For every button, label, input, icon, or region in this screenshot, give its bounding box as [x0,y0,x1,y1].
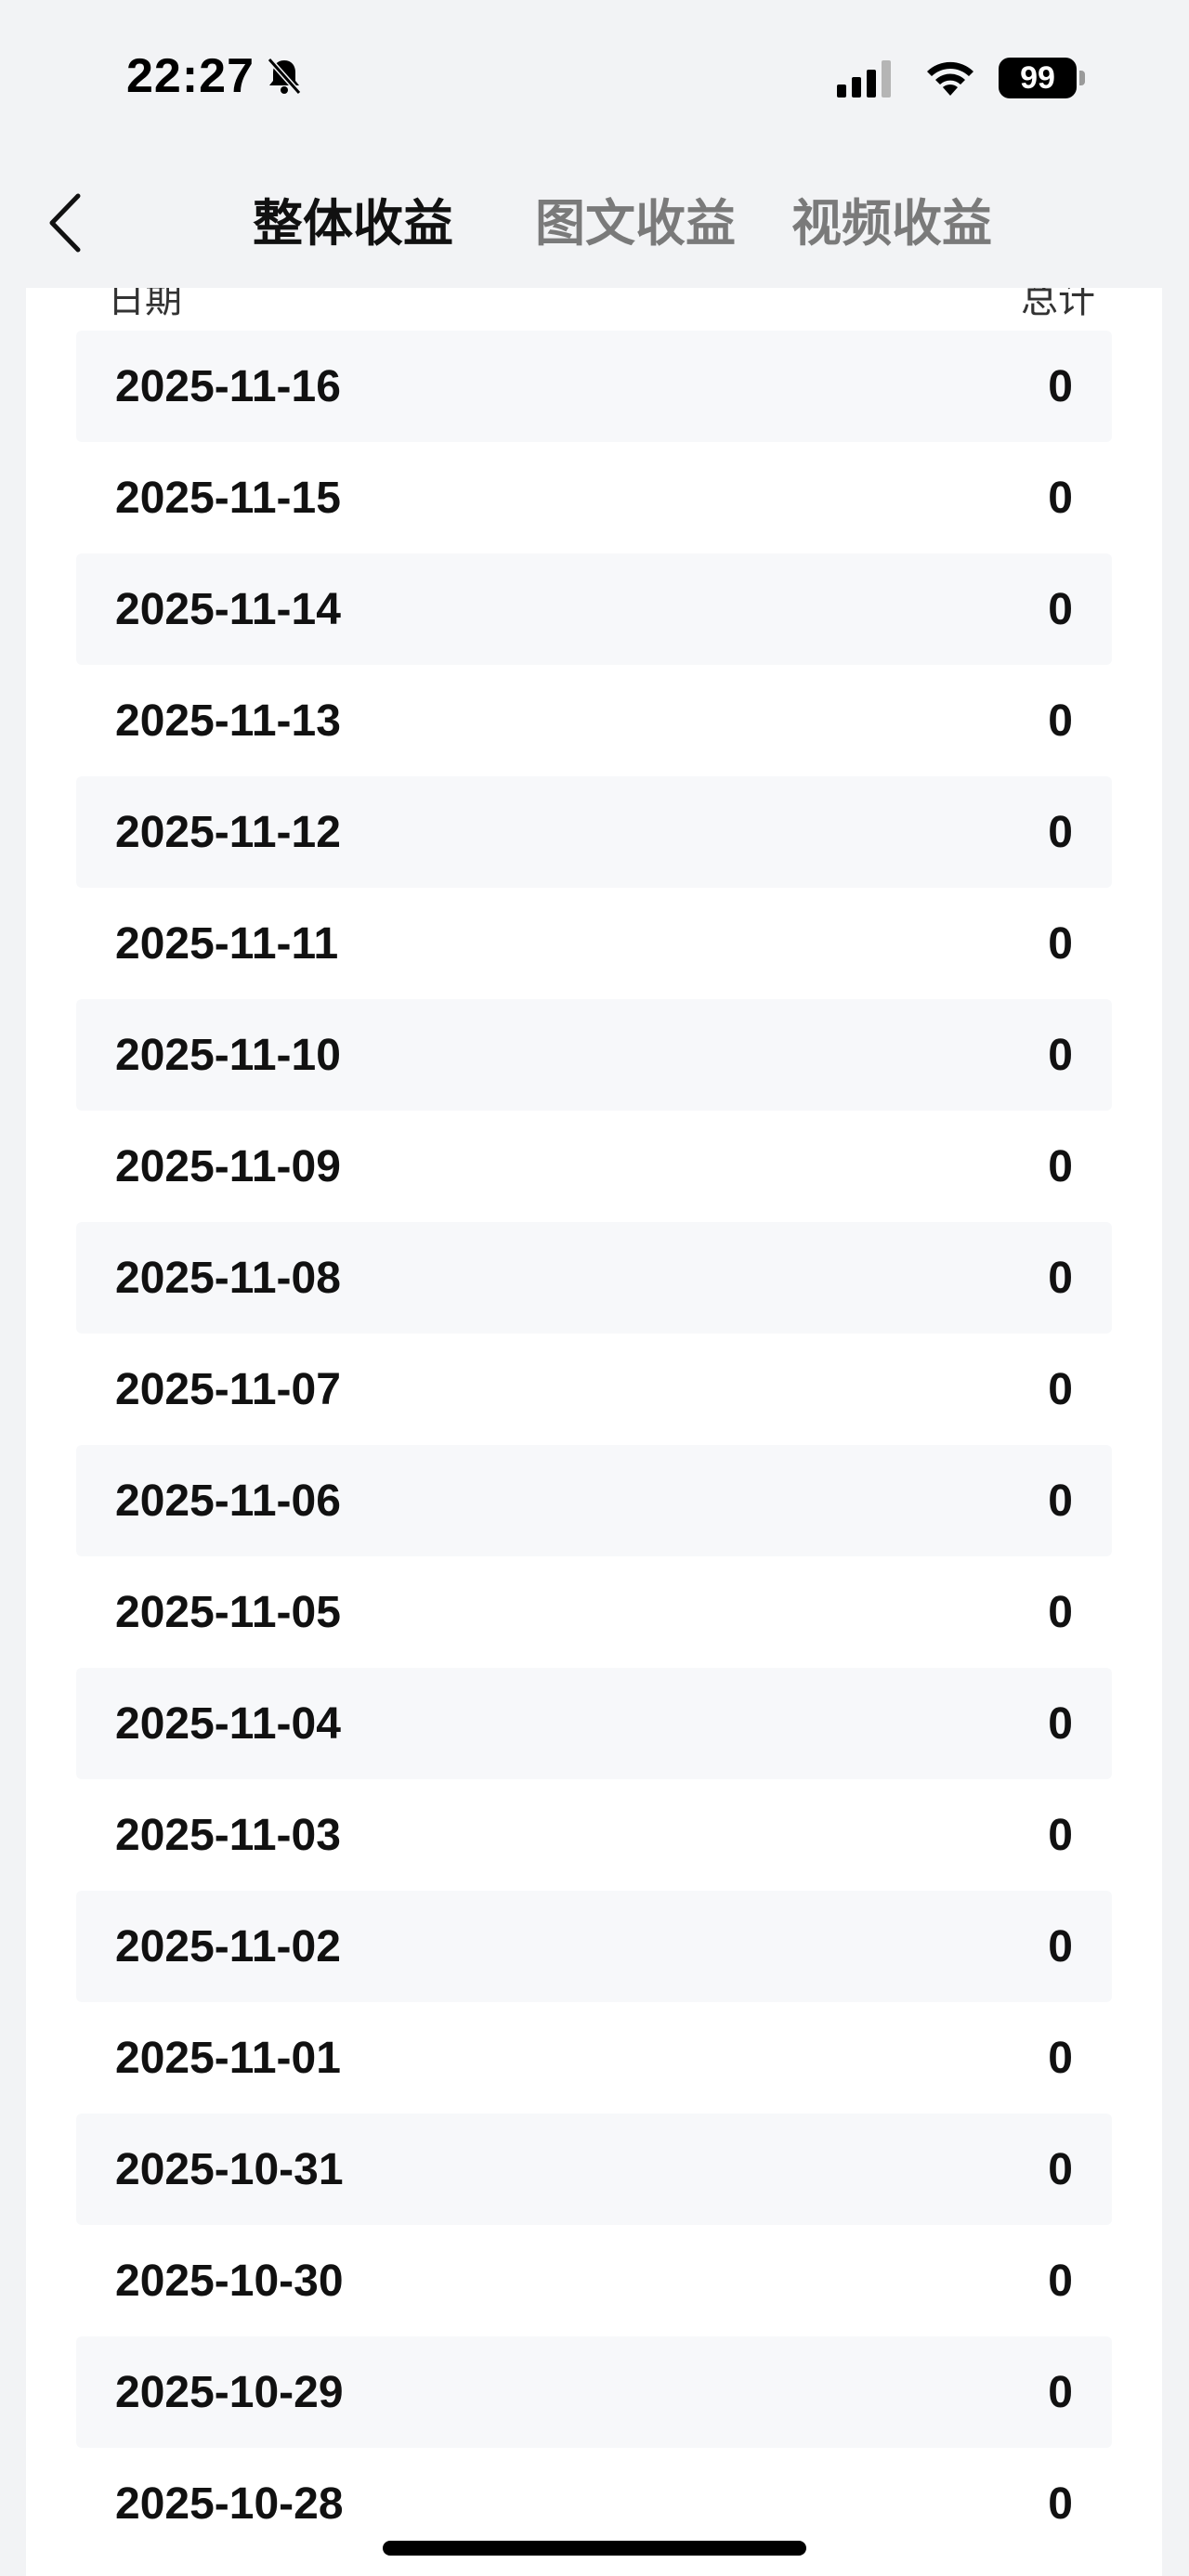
tab-overall-earnings[interactable]: 整体收益 [253,193,453,254]
table-row: 2025-11-09 0 [76,1111,1112,1222]
back-button[interactable] [37,186,93,260]
table-row: 2025-11-04 0 [76,1668,1112,1779]
row-date: 2025-10-28 [115,2478,344,2529]
row-total-value: 0 [1048,361,1073,411]
row-total-value: 0 [1048,696,1073,746]
column-header-total: 总计 [1021,288,1095,320]
row-total-value: 0 [1048,2144,1073,2194]
cellular-signal-icon [837,59,896,98]
status-time-group: 22:27 [126,48,305,104]
row-date: 2025-11-08 [115,1253,341,1303]
table-row: 2025-11-11 0 [76,888,1112,999]
chevron-left-icon [49,193,81,253]
row-total-value: 0 [1048,473,1073,523]
column-header-date: 日期 [108,288,182,320]
table-row: 2025-11-02 0 [76,1891,1112,2002]
status-bar: 22:27 99 [0,0,1189,139]
battery-icon: 99 [999,58,1085,98]
row-date: 2025-11-14 [115,584,341,634]
row-date: 2025-10-29 [115,2367,344,2417]
table-row: 2025-10-31 0 [76,2114,1112,2225]
row-total-value: 0 [1048,1364,1073,1414]
row-total-value: 0 [1048,1476,1073,1526]
row-date: 2025-11-16 [115,361,341,411]
nav-bar: 整体收益 图文收益 视频收益 [0,167,1189,288]
table-row: 2025-11-16 0 [76,331,1112,442]
row-total-value: 0 [1048,2033,1073,2083]
earnings-table-card: 日期 总计 2025-11-16 0 2025-11-15 0 2025-11-14 0 2… [26,288,1162,2576]
table-row: 2025-11-12 0 [76,776,1112,888]
row-date: 2025-11-03 [115,1810,341,1860]
status-indicators: 99 [837,58,1085,98]
wifi-icon [927,61,973,96]
row-date: 2025-10-30 [115,2256,344,2306]
row-total-value: 0 [1048,1587,1073,1637]
tab-article-earnings[interactable]: 图文收益 [535,193,736,254]
table-row: 2025-11-07 0 [76,1334,1112,1445]
row-date: 2025-11-11 [115,918,339,969]
table-row: 2025-11-15 0 [76,442,1112,553]
table-row: 2025-11-03 0 [76,1779,1112,1891]
row-date: 2025-11-10 [115,1030,341,1080]
row-date: 2025-11-09 [115,1141,341,1191]
row-total-value: 0 [1048,918,1073,969]
row-total-value: 0 [1048,1030,1073,1080]
row-date: 2025-11-15 [115,473,341,523]
row-total-value: 0 [1048,2367,1073,2417]
table-row: 2025-11-08 0 [76,1222,1112,1334]
table-header: 日期 总计 [26,288,1162,320]
home-indicator[interactable] [383,2541,806,2556]
row-total-value: 0 [1048,1698,1073,1749]
table-row: 2025-11-13 0 [76,665,1112,776]
table-row: 2025-10-30 0 [76,2225,1112,2336]
row-date: 2025-11-07 [115,1364,341,1414]
row-total-value: 0 [1048,1810,1073,1860]
table-row: 2025-11-05 0 [76,1556,1112,1668]
bell-slash-icon [267,58,302,95]
tab-video-earnings[interactable]: 视频收益 [791,193,992,254]
row-total-value: 0 [1048,807,1073,857]
table-row: 2025-11-14 0 [76,553,1112,665]
row-date: 2025-11-01 [115,2033,341,2083]
row-date: 2025-11-04 [115,1698,341,1749]
table-row: 2025-11-10 0 [76,999,1112,1111]
row-total-value: 0 [1048,2478,1073,2529]
row-total-value: 0 [1048,1253,1073,1303]
row-date: 2025-11-02 [115,1921,341,1971]
row-total-value: 0 [1048,584,1073,634]
row-date: 2025-10-31 [115,2144,344,2194]
row-total-value: 0 [1048,2256,1073,2306]
table-rows[interactable]: 2025-11-16 0 2025-11-15 0 2025-11-14 0 2025-11… [76,331,1112,2559]
row-total-value: 0 [1048,1141,1073,1191]
status-time: 22:27 [126,49,255,103]
row-date: 2025-11-12 [115,807,341,857]
table-row: 2025-11-01 0 [76,2002,1112,2114]
battery-level: 99 [999,58,1077,98]
row-date: 2025-11-06 [115,1476,341,1526]
table-row: 2025-10-29 0 [76,2336,1112,2448]
row-total-value: 0 [1048,1921,1073,1971]
row-date: 2025-11-05 [115,1587,341,1637]
table-row: 2025-11-06 0 [76,1445,1112,1556]
row-date: 2025-11-13 [115,696,341,746]
